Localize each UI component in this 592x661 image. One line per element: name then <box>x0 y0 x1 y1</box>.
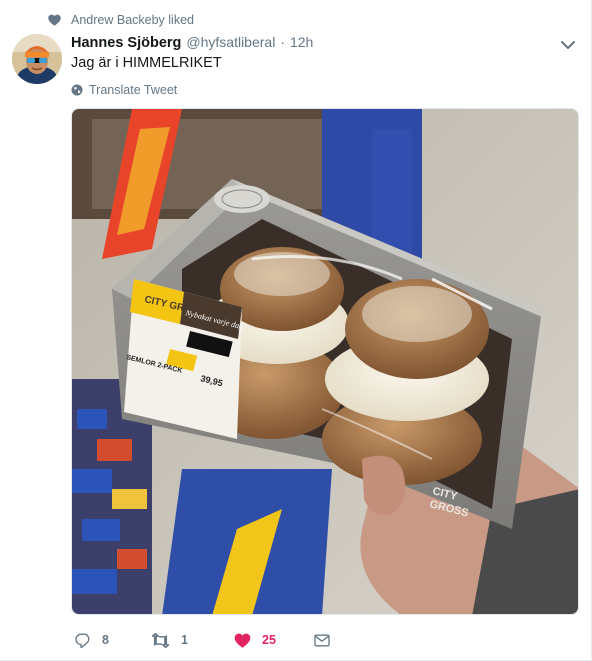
social-context: Andrew Backeby liked <box>48 12 194 28</box>
retweet-icon <box>151 632 170 648</box>
tweet-actions: 8 1 25 <box>71 627 571 653</box>
heart-icon <box>234 633 251 648</box>
tweet-text: Jag är i HIMMELRIKET <box>71 55 222 71</box>
tweet-timestamp[interactable]: 12h <box>290 34 313 50</box>
globe-icon <box>71 84 83 96</box>
chevron-down-icon[interactable] <box>560 38 576 52</box>
envelope-icon <box>314 634 330 647</box>
like-button[interactable]: 25 <box>234 627 276 653</box>
reply-count: 8 <box>102 633 109 647</box>
tweet-card[interactable]: Andrew Backeby liked Hannes Sjöberg @hyf… <box>0 0 592 661</box>
author-fullname[interactable]: Hannes Sjöberg <box>71 35 181 51</box>
tweet-header: Hannes Sjöberg @hyfsatliberal · 12h <box>71 34 313 54</box>
translate-tweet-link[interactable]: Translate Tweet <box>71 82 177 98</box>
retweet-button[interactable]: 1 <box>151 627 188 653</box>
reply-icon <box>75 633 91 648</box>
separator-dot: · <box>280 34 285 50</box>
direct-message-button[interactable] <box>314 627 330 653</box>
photo-semlor-package: CITY GROSS Nybakat varje dag! SEMLOR 2-P… <box>72 109 578 614</box>
avatar[interactable] <box>12 34 62 84</box>
social-context-text[interactable]: Andrew Backeby liked <box>71 13 194 27</box>
heart-icon <box>48 14 61 26</box>
like-count: 25 <box>262 633 276 647</box>
retweet-count: 1 <box>181 633 188 647</box>
tweet-photo[interactable]: CITY GROSS Nybakat varje dag! SEMLOR 2-P… <box>71 108 579 615</box>
reply-button[interactable]: 8 <box>75 627 109 653</box>
translate-label[interactable]: Translate Tweet <box>89 83 177 97</box>
author-username[interactable]: @hyfsatliberal <box>186 34 275 50</box>
